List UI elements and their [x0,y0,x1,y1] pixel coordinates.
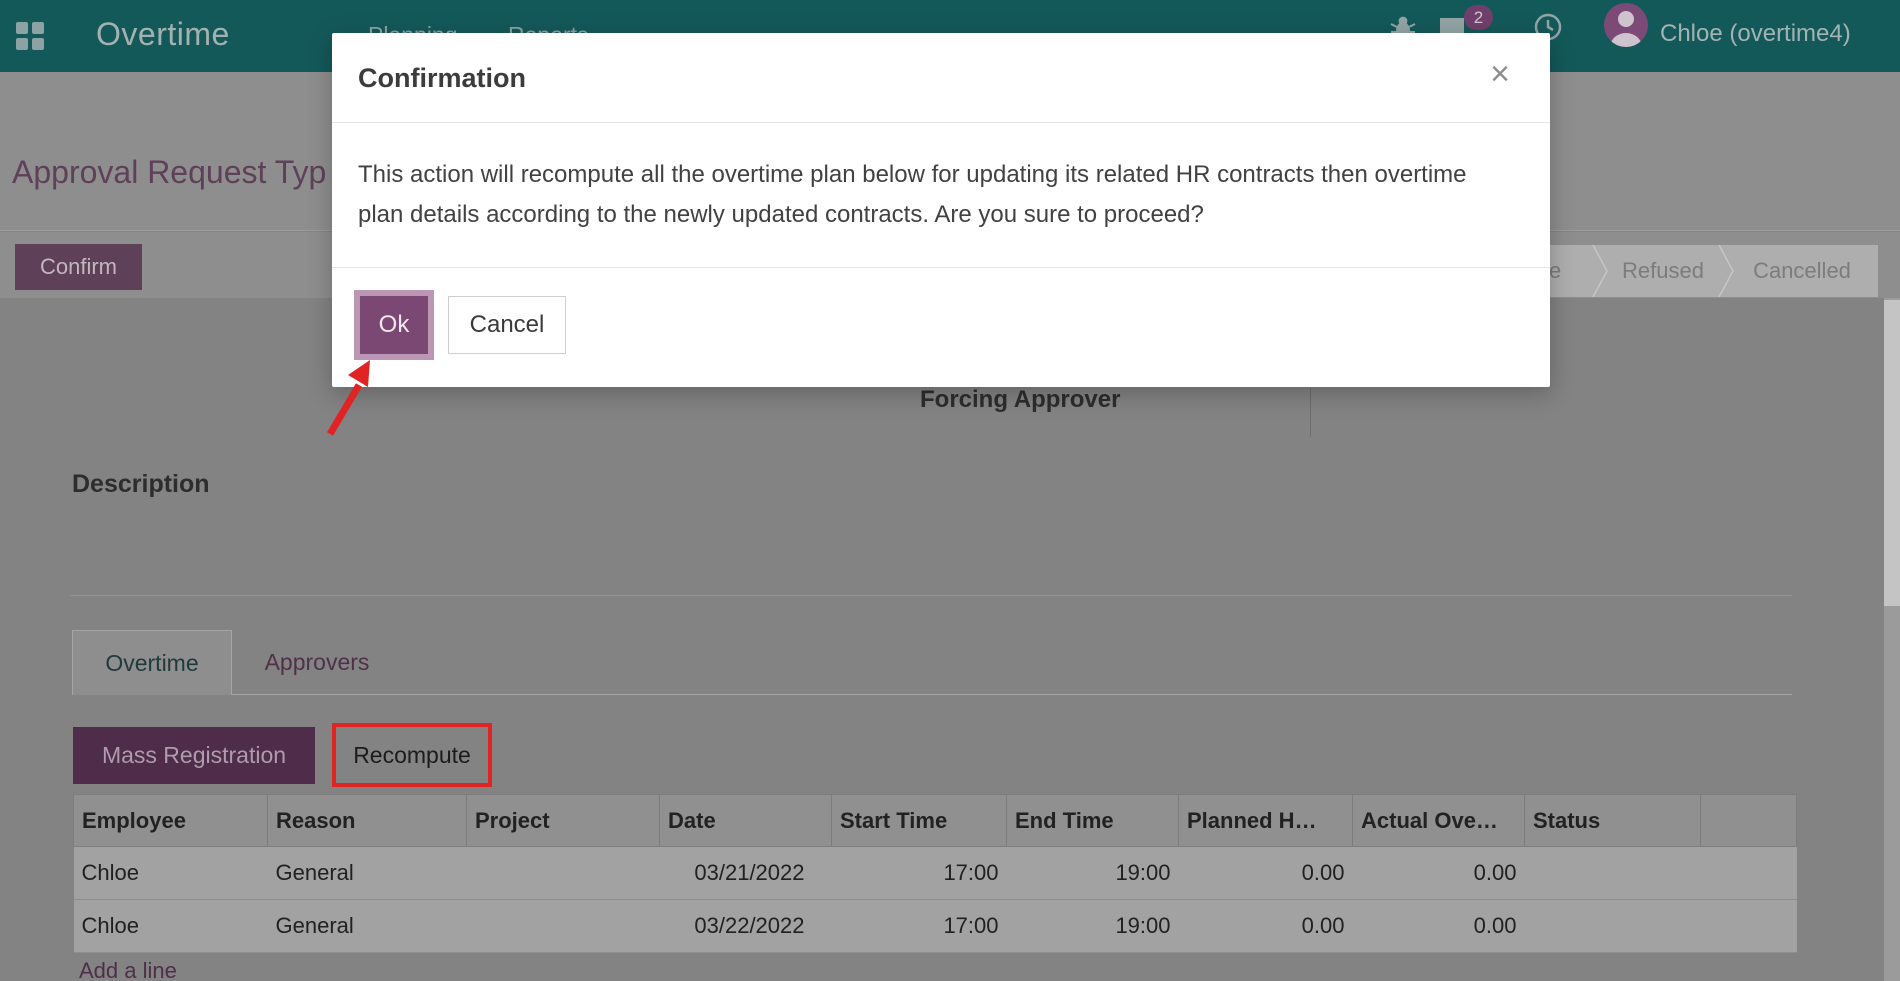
cell-trailing [1701,900,1797,953]
statusbar-state-label: Refused [1622,258,1704,284]
col-status[interactable]: Status [1525,795,1701,847]
col-planned-hours[interactable]: Planned H… [1179,795,1353,847]
messages-count-badge: 2 [1464,5,1493,30]
cell-status[interactable] [1525,847,1701,900]
form-sheet: Forcing Approver Description Overtime Ap… [0,298,1900,981]
cell-employee[interactable]: Chloe [74,847,268,900]
col-date[interactable]: Date [660,795,832,847]
tabs-border [232,694,1792,695]
apps-grid-icon[interactable] [16,22,44,50]
field-cell-divider [1310,388,1311,437]
page-title: Approval Request Typ [12,154,326,191]
cell-project[interactable] [467,847,660,900]
add-a-line-link[interactable]: Add a line [79,958,177,981]
description-label: Description [72,470,210,499]
table-header-row: Employee Reason Project Date Start Time … [74,795,1797,847]
recompute-button[interactable]: Recompute [336,727,488,783]
table-row[interactable]: Chloe General 03/21/2022 17:00 19:00 0.0… [74,847,1797,900]
app-name: Overtime [96,16,230,53]
mass-registration-button[interactable]: Mass Registration [73,727,315,784]
cell-employee[interactable]: Chloe [74,900,268,953]
cell-planned-hours[interactable]: 0.00 [1179,900,1353,953]
statusbar-state-label: Cancelled [1753,258,1851,284]
statusbar-state-cancelled[interactable]: Cancelled [1726,245,1878,297]
statusbar-chevron-icon [1718,245,1734,303]
col-actual-overtime[interactable]: Actual Ove… [1353,795,1525,847]
cell-trailing [1701,847,1797,900]
section-divider [70,595,1792,596]
col-employee[interactable]: Employee [74,795,268,847]
tab-overtime[interactable]: Overtime [72,630,232,695]
cell-end-time[interactable]: 19:00 [1007,900,1179,953]
annotation-highlight-box: Recompute [332,723,492,787]
cell-reason[interactable]: General [268,847,467,900]
cell-status[interactable] [1525,900,1701,953]
cell-start-time[interactable]: 17:00 [832,900,1007,953]
app-window: Overtime Planning Reports 2 Chloe (overt… [0,0,1900,981]
forcing-approver-label: Forcing Approver [920,386,1120,414]
dialog-footer-divider [332,267,1550,268]
cancel-button[interactable]: Cancel [448,296,566,354]
cell-start-time[interactable]: 17:00 [832,847,1007,900]
vertical-scrollbar-thumb[interactable] [1884,300,1900,606]
confirmation-dialog: Confirmation × This action will recomput… [332,33,1550,387]
confirm-button[interactable]: Confirm [15,244,142,290]
dialog-header-divider [332,122,1550,123]
ok-button[interactable]: Ok [360,296,428,354]
user-menu[interactable]: Chloe (overtime4) [1660,20,1851,48]
cell-reason[interactable]: General [268,900,467,953]
col-project[interactable]: Project [467,795,660,847]
cell-actual-overtime[interactable]: 0.00 [1353,847,1525,900]
cell-date[interactable]: 03/22/2022 [660,900,832,953]
col-trailing [1701,795,1797,847]
dialog-message: This action will recompute all the overt… [358,155,1513,235]
col-end-time[interactable]: End Time [1007,795,1179,847]
col-start-time[interactable]: Start Time [832,795,1007,847]
statusbar-chevron-icon [1592,245,1608,303]
cell-date[interactable]: 03/21/2022 [660,847,832,900]
close-icon[interactable]: × [1490,57,1510,91]
cell-project[interactable] [467,900,660,953]
user-avatar[interactable] [1604,3,1648,47]
statusbar-state-refused[interactable]: Refused [1600,245,1726,297]
tab-approvers[interactable]: Approvers [252,630,382,695]
col-reason[interactable]: Reason [268,795,467,847]
dialog-title: Confirmation [358,63,526,94]
ok-button-highlight-ring: Ok [354,290,434,360]
cell-planned-hours[interactable]: 0.00 [1179,847,1353,900]
table-row[interactable]: Chloe General 03/22/2022 17:00 19:00 0.0… [74,900,1797,953]
overtime-lines-table: Employee Reason Project Date Start Time … [73,794,1797,953]
cell-actual-overtime[interactable]: 0.00 [1353,900,1525,953]
cell-end-time[interactable]: 19:00 [1007,847,1179,900]
